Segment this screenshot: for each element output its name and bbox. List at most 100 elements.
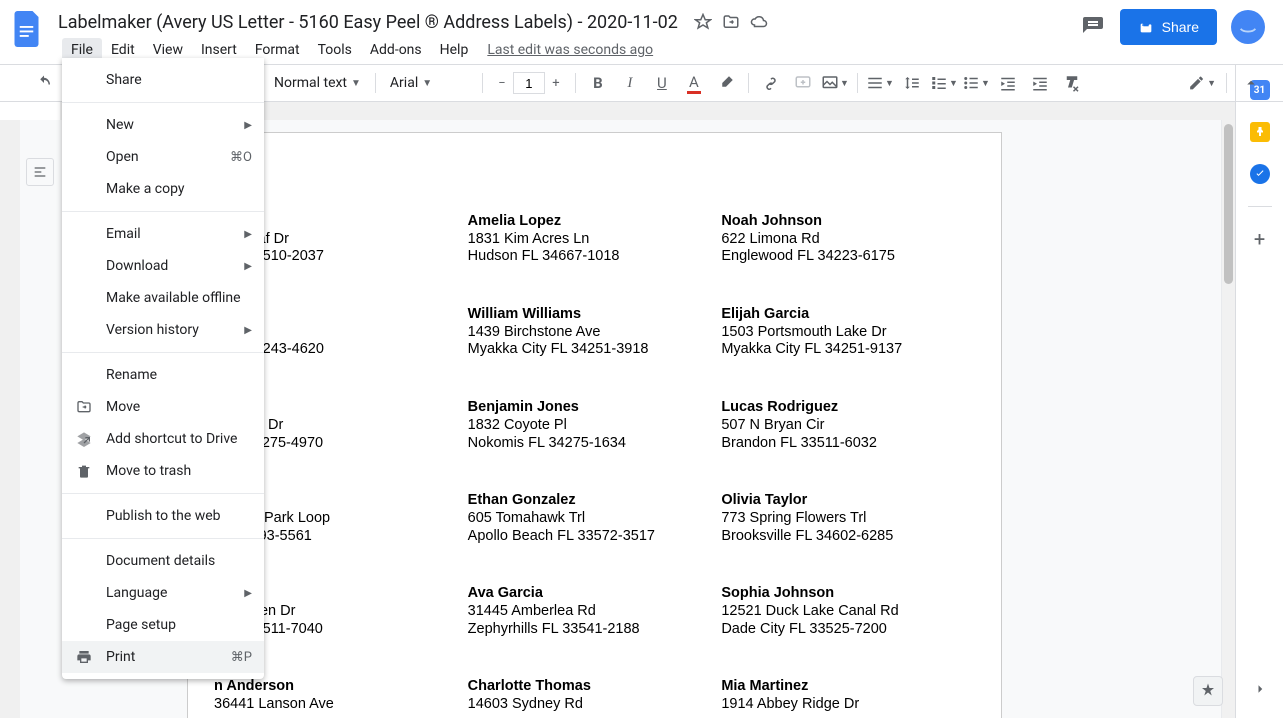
document-page[interactable]: Smithalm Leaf Drn FL 33510-2037Amelia Lo… [187,132,1002,718]
italic-button[interactable]: I [616,69,644,97]
share-button[interactable]: Share [1120,9,1217,45]
decrease-indent-button[interactable] [994,69,1022,97]
scrollbar-thumb[interactable] [1224,124,1233,284]
file-menu-item-new[interactable]: New▶ [62,109,264,141]
menu-item-label: Move [106,399,252,415]
vertical-ruler[interactable] [0,120,20,718]
label-line1: 12521 Duck Lake Canal Rd [721,603,975,621]
label-line1: 1832 Coyote Pl [468,417,722,435]
last-edit-link[interactable]: Last edit was seconds ago [487,42,653,58]
menu-item-label: Language [106,585,244,601]
address-label[interactable]: Sophia Johnson12521 Duck Lake Canal RdDa… [721,585,975,638]
file-menu-item-document-details[interactable]: Document details [62,545,264,577]
menu-item-label: Print [106,649,231,665]
document-title[interactable]: Labelmaker (Avery US Letter - 5160 Easy … [54,10,682,35]
address-label[interactable]: Ethan Gonzalez605 Tomahawk TrlApollo Bea… [468,492,722,545]
side-panel: 31 + [1235,64,1283,718]
underline-button[interactable]: U [648,69,676,97]
line-spacing-button[interactable] [898,69,926,97]
file-menu-item-add-shortcut-to-drive[interactable]: Add shortcut to Drive [62,423,264,455]
label-name: Lucas Rodriguez [721,399,975,417]
address-label[interactable]: Ava Garcia31445 Amberlea RdZephyrhills F… [468,585,722,638]
menu-help[interactable]: Help [431,38,478,62]
file-menu-item-print[interactable]: Print⌘P [62,641,264,673]
address-label[interactable]: Amelia Lopez1831 Kim Acres LnHudson FL 3… [468,213,722,266]
address-label[interactable]: Benjamin Jones1832 Coyote PlNokomis FL 3… [468,399,722,452]
insert-image-button[interactable]: ▼ [821,69,849,97]
explore-button[interactable] [1193,676,1223,706]
menu-shortcut: ⌘O [230,150,252,165]
paragraph-style-dropdown[interactable]: Normal text ▼ [268,69,367,97]
increase-font-button[interactable]: + [545,71,567,95]
label-name: Ethan Gonzalez [468,492,722,510]
label-line2: Brandon FL 33511-6032 [721,435,975,453]
open-comments-icon[interactable] [1080,14,1106,40]
address-label[interactable]: Elijah Garcia1503 Portsmouth Lake DrMyak… [721,306,975,359]
file-menu-item-rename[interactable]: Rename [62,359,264,391]
add-comment-button[interactable] [789,69,817,97]
decrease-font-button[interactable]: − [491,71,513,95]
address-label[interactable]: William Williams1439 Birchstone AveMyakk… [468,306,722,359]
clear-formatting-button[interactable] [1058,69,1086,97]
file-menu-item-move[interactable]: Move [62,391,264,423]
docs-logo[interactable] [8,9,48,49]
collapse-toolbar-button[interactable] [1237,69,1265,97]
tasks-icon[interactable] [1250,164,1270,184]
star-icon[interactable] [694,13,712,31]
font-family-dropdown[interactable]: Arial ▼ [384,69,474,97]
file-menu-item-make-a-copy[interactable]: Make a copy [62,173,264,205]
file-menu-item-download[interactable]: Download▶ [62,250,264,282]
file-menu-item-make-available-offline[interactable]: Make available offline [62,282,264,314]
vertical-scrollbar[interactable] [1221,120,1235,718]
label-name: Benjamin Jones [468,399,722,417]
file-menu-item-share[interactable]: Share [62,64,264,96]
label-line2: Englewood FL 34223-6175 [721,248,975,266]
document-outline-button[interactable] [26,158,54,186]
font-family-label: Arial [390,75,418,91]
hide-sidepanel-icon[interactable] [1251,680,1269,702]
menu-item-label: Download [106,258,244,274]
increase-indent-button[interactable] [1026,69,1054,97]
file-menu-item-page-setup[interactable]: Page setup [62,609,264,641]
address-label[interactable]: Olivia Taylor773 Spring Flowers TrlBrook… [721,492,975,545]
menu-item-label: Move to trash [106,463,252,479]
share-button-label: Share [1162,19,1199,35]
editing-mode-button[interactable]: ▼ [1188,69,1216,97]
file-menu-item-move-to-trash[interactable]: Move to trash [62,455,264,487]
move-to-folder-icon[interactable] [722,13,740,31]
address-label[interactable]: n Anderson36441 Lanson Ave [214,678,468,713]
bulleted-list-button[interactable]: ▼ [962,69,990,97]
font-size-input[interactable] [513,72,545,94]
file-menu-item-publish-to-the-web[interactable]: Publish to the web [62,500,264,532]
highlight-color-button[interactable] [712,69,740,97]
get-addons-icon[interactable]: + [1250,229,1270,249]
menu-item-label: Version history [106,322,244,338]
undo-button[interactable] [30,69,58,97]
file-menu-item-version-history[interactable]: Version history▶ [62,314,264,346]
label-line1: 622 Limona Rd [721,231,975,249]
align-button[interactable]: ▼ [866,69,894,97]
menu-item-label: New [106,117,244,133]
label-line2: Hudson FL 34667-1018 [468,248,722,266]
file-menu-item-email[interactable]: Email▶ [62,218,264,250]
label-line1: 36441 Lanson Ave [214,696,468,714]
cloud-status-icon[interactable] [750,13,768,31]
menu-tools[interactable]: Tools [309,38,361,62]
bold-button[interactable]: B [584,69,612,97]
label-line1: 1503 Portsmouth Lake Dr [721,324,975,342]
file-menu-item-open[interactable]: Open⌘O [62,141,264,173]
checklist-button[interactable]: ▼ [930,69,958,97]
address-label[interactable]: Noah Johnson622 Limona RdEnglewood FL 34… [721,213,975,266]
address-label[interactable]: Charlotte Thomas14603 Sydney Rd [468,678,722,713]
insert-link-button[interactable] [757,69,785,97]
account-avatar[interactable] [1231,10,1265,44]
keep-icon[interactable] [1250,122,1270,142]
file-menu-item-language[interactable]: Language▶ [62,577,264,609]
menu-item-label: Share [106,72,252,88]
text-color-button[interactable]: A [680,69,708,97]
address-label[interactable]: Mia Martinez1914 Abbey Ridge Dr [721,678,975,713]
address-label[interactable]: Lucas Rodriguez507 N Bryan CirBrandon FL… [721,399,975,452]
menu-item-label: Rename [106,367,252,383]
menu-addons[interactable]: Add-ons [361,38,431,62]
label-line2: Apollo Beach FL 33572-3517 [468,528,722,546]
